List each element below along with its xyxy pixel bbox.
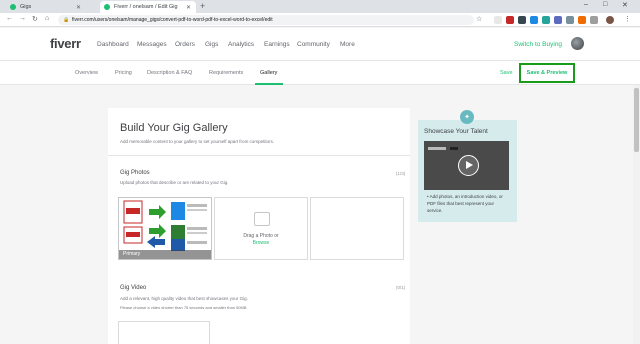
extension-icon[interactable]	[518, 16, 526, 24]
video-caption-bar	[450, 147, 458, 150]
tab-title: Fiverr / onelsam / Edit Gig	[114, 4, 178, 10]
nav-earnings[interactable]: Earnings	[264, 41, 290, 48]
lightbulb-icon: ✦	[460, 110, 474, 124]
nav-orders[interactable]: Orders	[175, 41, 195, 48]
tab-pricing[interactable]: Pricing	[115, 70, 132, 76]
scrollbar-thumb[interactable]	[634, 88, 639, 152]
extension-icon[interactable]	[542, 16, 550, 24]
new-tab-button[interactable]: +	[200, 1, 205, 11]
nav-community[interactable]: Community	[297, 41, 330, 48]
tab-title: Gigs	[20, 4, 32, 10]
gig-photos-title: Gig Photos	[120, 170, 150, 176]
browse-link[interactable]: Browse	[215, 240, 307, 246]
site-header: fiverr Dashboard Messages Orders Gigs An…	[0, 28, 640, 61]
showcase-tip: • Add photos, an introduction video, or …	[427, 194, 503, 213]
gig-video-desc: Add a relevant, high quality video that …	[120, 296, 248, 301]
video-upload-dropzone[interactable]	[118, 321, 210, 344]
showcase-title: Showcase Your Talent	[424, 128, 488, 135]
divider	[108, 155, 410, 156]
browser-tab-edit-gig[interactable]: Fiverr / onelsam / Edit Gig ✕	[100, 1, 196, 13]
image-placeholder-icon	[254, 212, 270, 226]
nav-dashboard[interactable]: Dashboard	[97, 41, 129, 48]
fiverr-logo[interactable]: fiverr	[50, 36, 81, 51]
maximize-button[interactable]: □	[603, 1, 607, 8]
extension-icon[interactable]	[590, 16, 598, 24]
extension-icon[interactable]	[554, 16, 562, 24]
showcase-tip-text: Add photos, an introduction video, or PD…	[427, 194, 503, 213]
reload-icon[interactable]: ↻	[32, 15, 38, 23]
video-caption-bar	[428, 147, 446, 150]
video-count: (0/1)	[396, 285, 406, 290]
page-subtitle: Add memorable content to your gallery to…	[120, 139, 275, 144]
nav-messages[interactable]: Messages	[137, 41, 167, 48]
nav-analytics[interactable]: Analytics	[228, 41, 254, 48]
extension-icon[interactable]	[566, 16, 574, 24]
bookmark-star-icon[interactable]: ☆	[476, 15, 482, 23]
primary-bar: Primary	[119, 250, 211, 259]
tab-requirements[interactable]: Requirements	[209, 70, 243, 76]
gig-video-limits: Please choose a video shorter than 75 se…	[120, 305, 247, 310]
extension-icon[interactable]	[530, 16, 538, 24]
extension-icon[interactable]	[506, 16, 514, 24]
fiverr-favicon-icon	[104, 4, 110, 10]
active-tab-indicator	[255, 83, 283, 85]
extension-icon[interactable]	[494, 16, 502, 24]
primary-label: Primary	[123, 251, 141, 257]
play-triangle-icon	[466, 161, 473, 169]
photos-count: (1/3)	[396, 171, 406, 176]
lock-icon: 🔒	[63, 17, 70, 23]
nav-more[interactable]: More	[340, 41, 355, 48]
profile-icon[interactable]	[606, 16, 614, 24]
minimize-button[interactable]: –	[584, 1, 588, 8]
url-text: fiverr.com/users/onelsam/manage_gigs/con…	[72, 17, 273, 23]
browser-tab-strip: Gigs ✕ Fiverr / onelsam / Edit Gig ✕ + –…	[0, 0, 640, 13]
drag-photo-text: Drag a Photo or	[243, 233, 279, 239]
save-and-preview-button[interactable]: Save & Preview	[519, 63, 575, 83]
menu-kebab-icon[interactable]: ⋮	[624, 15, 631, 23]
gig-photos-desc: Upload photos that describe or are relat…	[120, 180, 229, 185]
avatar[interactable]	[571, 37, 584, 50]
switch-to-buying-link[interactable]: Switch to Buying	[514, 41, 562, 48]
browser-tab-gigs[interactable]: Gigs ✕	[6, 1, 86, 13]
forward-icon[interactable]: →	[19, 15, 26, 22]
address-bar[interactable]: 🔒 fiverr.com/users/onelsam/manage_gigs/c…	[58, 15, 474, 25]
close-window-button[interactable]: ✕	[622, 1, 628, 9]
photo-slot-primary[interactable]: Primary	[118, 197, 212, 260]
save-button[interactable]: Save	[500, 70, 513, 76]
extension-icon[interactable]	[578, 16, 586, 24]
tab-gallery[interactable]: Gallery	[260, 70, 277, 76]
nav-gigs[interactable]: Gigs	[205, 41, 218, 48]
photo-upload-dropzone[interactable]: Drag a Photo or Browse	[214, 197, 308, 260]
photo-slot-empty[interactable]	[310, 197, 404, 260]
home-icon[interactable]: ⌂	[45, 15, 49, 22]
tab-description-faq[interactable]: Description & FAQ	[147, 70, 192, 76]
back-icon[interactable]: ←	[6, 15, 13, 22]
browser-toolbar: ← → ↻ ⌂ 🔒 fiverr.com/users/onelsam/manag…	[0, 13, 640, 27]
gig-video-title: Gig Video	[120, 285, 147, 291]
page-title: Build Your Gig Gallery	[120, 122, 228, 134]
close-tab-icon[interactable]: ✕	[186, 4, 191, 11]
tab-overview[interactable]: Overview	[75, 70, 98, 76]
fiverr-favicon-icon	[10, 4, 16, 10]
close-tab-icon[interactable]: ✕	[76, 4, 81, 11]
